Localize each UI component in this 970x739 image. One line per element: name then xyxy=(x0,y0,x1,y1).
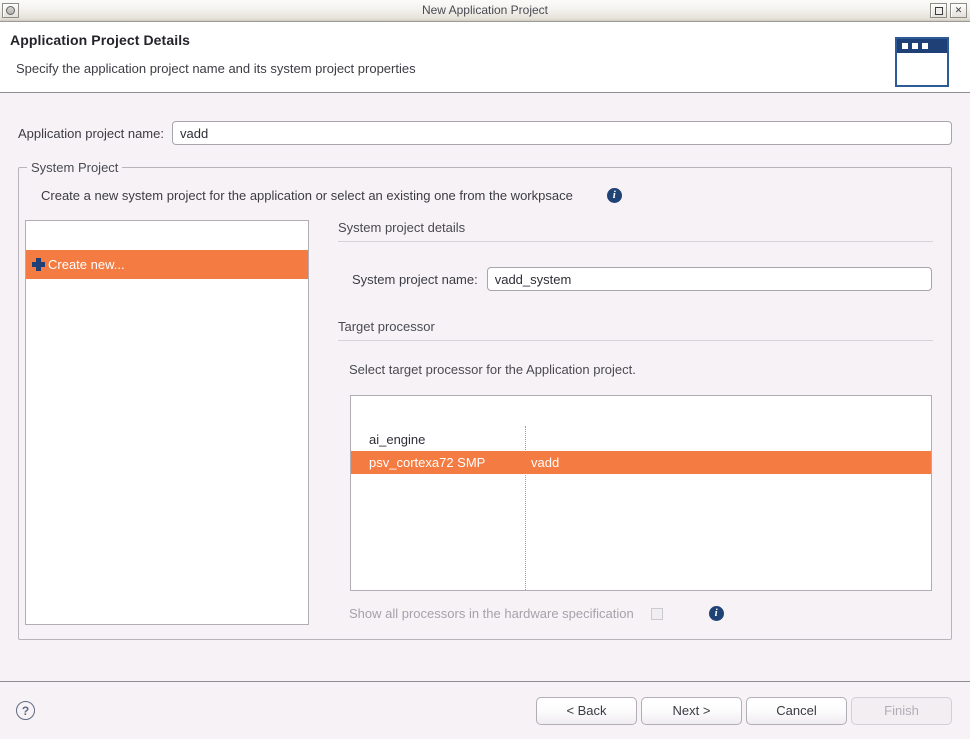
page-subtitle: Specify the application project name and… xyxy=(16,61,416,76)
system-project-columns: Create new... System project details Sys… xyxy=(25,220,937,625)
window-controls: ✕ xyxy=(930,3,967,18)
maximize-button[interactable] xyxy=(930,3,947,18)
maximize-icon xyxy=(934,6,943,15)
system-project-name-input[interactable] xyxy=(486,267,932,291)
system-project-name-row: System project name: xyxy=(338,267,933,291)
table-row[interactable]: ai_engine xyxy=(351,428,931,451)
app-project-name-input[interactable] xyxy=(171,121,952,145)
back-button[interactable]: < Back xyxy=(536,696,637,725)
system-menu-button[interactable] xyxy=(2,3,19,18)
processor-name-cell: psv_cortexa72 SMP xyxy=(369,455,486,470)
processor-name-cell: ai_engine xyxy=(369,432,426,447)
system-project-group: System Project Create a new system proje… xyxy=(18,160,952,640)
app-project-name-row: Application project name: xyxy=(18,121,952,145)
system-project-description-row: Create a new system project for the appl… xyxy=(41,188,951,203)
close-icon: ✕ xyxy=(954,5,963,15)
info-icon[interactable]: i xyxy=(708,606,724,621)
system-project-details-title: System project details xyxy=(338,220,466,235)
wizard-header: Application Project Details Specify the … xyxy=(0,22,970,93)
system-project-list[interactable]: Create new... xyxy=(25,220,309,625)
app-project-name-label: Application project name: xyxy=(18,125,164,141)
window-title: New Application Project xyxy=(421,3,549,17)
info-icon[interactable]: i xyxy=(606,188,622,203)
system-project-group-legend: System Project xyxy=(27,160,123,175)
show-all-processors-label: Show all processors in the hardware spec… xyxy=(349,606,634,621)
system-project-details: System project details System project na… xyxy=(338,220,937,625)
system-project-name-label: System project name: xyxy=(352,271,478,287)
wizard-body: Application project name: System Project… xyxy=(0,93,970,681)
target-processor-instruction: Select target processor for the Applicat… xyxy=(349,362,636,377)
plus-icon xyxy=(32,258,45,271)
section-divider xyxy=(338,241,933,242)
table-header-spacer xyxy=(351,396,931,428)
new-application-project-dialog: New Application Project ✕ Application Pr… xyxy=(0,0,970,739)
page-title: Application Project Details xyxy=(10,32,191,48)
list-item-label: Create new... xyxy=(48,257,125,272)
table-row[interactable]: psv_cortexa72 SMP vadd xyxy=(351,451,931,474)
footer-buttons: < Back Next > Cancel Finish xyxy=(536,696,954,725)
new-project-wizard-icon xyxy=(895,37,949,87)
list-item-create-new[interactable]: Create new... xyxy=(26,250,308,279)
show-all-processors-checkbox xyxy=(650,607,663,620)
list-top-spacer xyxy=(26,221,308,250)
system-project-description: Create a new system project for the appl… xyxy=(41,188,573,203)
next-button[interactable]: Next > xyxy=(641,696,742,725)
show-all-processors-row: Show all processors in the hardware spec… xyxy=(349,606,933,621)
wizard-footer: ? < Back Next > Cancel Finish xyxy=(0,681,970,739)
close-button[interactable]: ✕ xyxy=(950,3,967,18)
system-menu-icon xyxy=(6,6,15,15)
help-icon[interactable]: ? xyxy=(16,701,35,720)
application-cell: vadd xyxy=(531,455,560,470)
finish-button: Finish xyxy=(851,696,952,725)
section-divider xyxy=(338,340,933,341)
window-titlebar: New Application Project ✕ xyxy=(0,0,970,22)
target-processor-title: Target processor xyxy=(338,319,435,334)
target-processor-table[interactable]: ai_engine psv_cortexa72 SMP vadd xyxy=(350,395,932,591)
cancel-button[interactable]: Cancel xyxy=(746,696,847,725)
